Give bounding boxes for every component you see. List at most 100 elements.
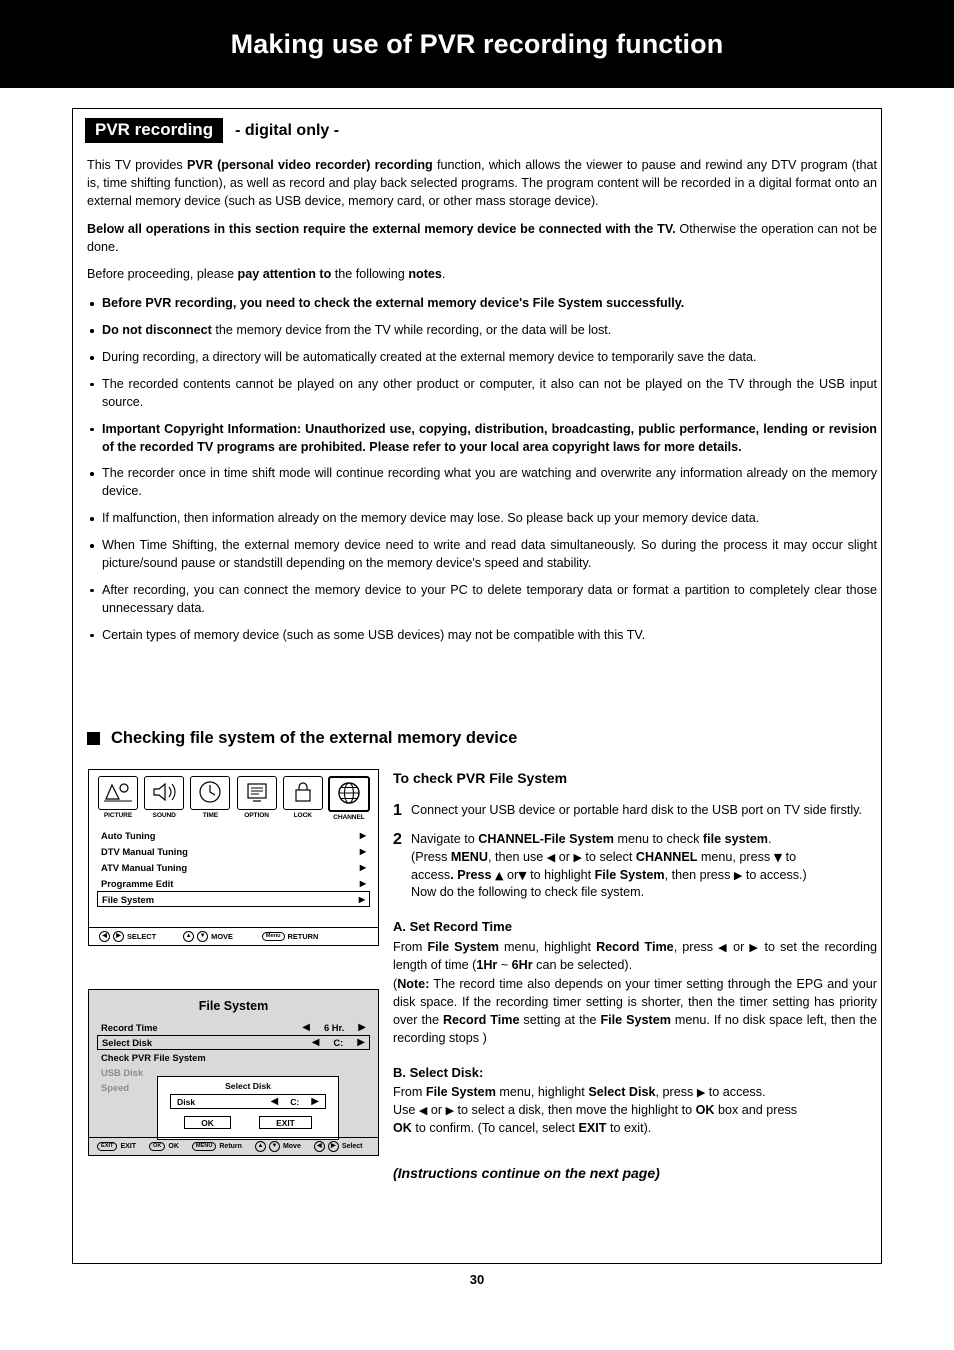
osd-tab-label: OPTION [244,812,269,819]
osd-row-label: Speed [101,1082,130,1093]
intro-paragraph-2: Below all operations in this section req… [87,221,877,254]
step-text: Navigate to CHANNEL-File System menu to … [411,831,807,900]
left-arrow-icon[interactable]: ◀ [312,1037,320,1048]
osd-menu-item-programme-edit[interactable]: Programme Edit ▶ [97,875,370,891]
dialog-title: Select Disk [225,1081,271,1091]
osd-file-system-footer: EXIT EXIT OK OK MENU Return ▲ ▼ Move ◀ ▶ S… [89,1137,378,1155]
osd-tab-label: PICTURE [103,812,133,819]
hint-return: MENU Return [191,1141,242,1152]
menu-key-icon: Menu [261,931,285,942]
section-title: PVR recording - digital only - [85,118,339,143]
osd-tab-channel[interactable]: CHANNEL [327,776,371,821]
left-arrow-icon[interactable]: ◀ [302,1022,310,1033]
menu-key-icon: MENU [191,1141,217,1152]
step-text: Connect your USB device or portable hard… [411,802,863,817]
left-arrow-key-icon: ◀ [313,1141,325,1152]
instruction-step-1: 1 Connect your USB device or portable ha… [393,802,877,820]
left-arrow-key-icon: ◀ [99,931,110,942]
osd-row-value: 6 Hr. [323,1022,345,1033]
right-arrow-icon: ▶ [445,1104,455,1118]
list-item: The recorder once in time shift mode wil… [87,465,877,501]
osd-tab-lock[interactable]: LOCK [281,776,325,821]
right-arrow-key-icon: ▶ [327,1141,339,1152]
osd-row-label: Select Disk [102,1037,153,1048]
section-badge: PVR recording [85,118,224,143]
page-number: 30 [469,1272,485,1287]
intro-body: This TV provides PVR (personal video rec… [87,157,877,653]
osd-row-record-time[interactable]: Record Time ◀ 6 Hr. ▶ [97,1020,370,1035]
dialog-field-label: Disk [177,1096,196,1107]
osd-row-value: C: [333,1037,344,1048]
dialog-buttons: OK EXIT [170,1116,326,1129]
exit-button[interactable]: EXIT [259,1116,312,1129]
globe-icon [327,776,370,812]
list-item: When Time Shifting, the external memory … [87,537,877,573]
dialog-field-value-group: ◀ C: ▶ [271,1096,319,1107]
osd-tab-time[interactable]: TIME [188,776,232,821]
notes-list: Before PVR recording, you need to check … [87,295,877,644]
sound-icon [144,776,185,810]
osd-tab-option[interactable]: OPTION [235,776,279,821]
osd-tab-sound[interactable]: SOUND [142,776,186,821]
list-item: After recording, you can connect the mem… [87,582,877,618]
osd-menu-item-atv-manual-tuning[interactable]: ATV Manual Tuning ▶ [97,860,370,876]
osd-row-check-pvr-file-system[interactable]: Check PVR File System [97,1050,370,1065]
left-arrow-icon: ◀ [718,940,729,954]
list-item: The recorded contents cannot be played o… [87,376,877,412]
osd-tab-label: CHANNEL [333,814,365,821]
lock-icon [282,776,323,810]
hint-exit: EXIT EXIT [97,1141,136,1152]
instructions-column: To check PVR File System 1 Connect your … [393,769,877,1184]
osd-menu-item-label: Programme Edit [101,877,174,889]
osd-row-label: Record Time [101,1022,158,1033]
left-arrow-icon: ◀ [546,850,556,864]
chevron-right-icon: ▶ [359,878,366,888]
list-item: Do not disconnect the memory device from… [87,322,877,340]
hint-return: Menu RETURN [261,931,319,942]
hint-label: MOVE [211,932,233,941]
right-arrow-icon[interactable]: ▶ [357,1037,365,1048]
down-arrow-key-icon: ▼ [197,931,209,942]
left-arrow-icon[interactable]: ◀ [271,1096,279,1107]
chevron-right-icon: ▶ [358,894,365,904]
osd-menu-item-auto-tuning[interactable]: Auto Tuning ▶ [97,828,370,844]
osd-file-system-title: File System [198,999,269,1013]
list-item: Certain types of memory device (such as … [87,627,877,645]
hint-label: RETURN [287,931,319,941]
right-arrow-icon[interactable]: ▶ [358,1022,366,1033]
subsection-heading-label: Checking file system of the external mem… [111,729,518,747]
osd-menu-item-dtv-manual-tuning[interactable]: DTV Manual Tuning ▶ [97,844,370,860]
osd-row-label: USB Disk [101,1067,144,1078]
osd-tab-label: LOCK [293,812,312,819]
right-arrow-key-icon: ▶ [113,931,124,942]
osd-row-select-disk[interactable]: Select Disk ◀ C: ▶ [97,1035,370,1050]
osd-menu-item-label: File System [102,893,155,905]
select-disk-dialog: Select Disk Disk ◀ C: ▶ OK EXIT [157,1076,339,1140]
option-icon [236,776,277,810]
page-title: Making use of PVR recording function [230,28,724,59]
intro-paragraph-3: Before proceeding, please pay attention … [87,267,446,282]
dialog-disk-field[interactable]: Disk ◀ C: ▶ [170,1094,326,1109]
section-b-body: From File System menu, highlight Select … [393,1085,798,1136]
osd-tab-label: SOUND [152,812,176,819]
hint-label: EXIT [120,1142,136,1150]
chevron-right-icon: ▶ [359,847,366,857]
osd-footer-hints: ◀ ▶ SELECT ▲ ▼ MOVE Menu RETURN [89,927,378,945]
hint-move: ▲ ▼ Move [254,1141,301,1152]
ok-key-icon: OK [149,1141,166,1152]
osd-menu-list: Auto Tuning ▶ DTV Manual Tuning ▶ ATV Ma… [89,828,378,907]
osd-menu-item-file-system[interactable]: File System ▶ [97,891,370,907]
osd-tab-label: TIME [202,812,219,819]
osd-row-value-group: ◀ C: ▶ [312,1037,365,1048]
right-arrow-icon[interactable]: ▶ [311,1096,319,1107]
right-arrow-icon: ▶ [749,940,760,954]
section-a-note: (Note: The record time also depends on y… [393,977,877,1046]
hint-label: Return [219,1142,242,1150]
hint-move: ▲ ▼ MOVE [183,931,233,942]
hint-select: ◀ ▶ Select [313,1141,362,1152]
down-arrow-key-icon: ▼ [268,1141,280,1152]
ok-button[interactable]: OK [184,1116,231,1129]
hint-label: OK [168,1142,179,1150]
osd-tab-picture[interactable]: PICTURE [96,776,140,821]
step-number: 2 [393,830,402,848]
